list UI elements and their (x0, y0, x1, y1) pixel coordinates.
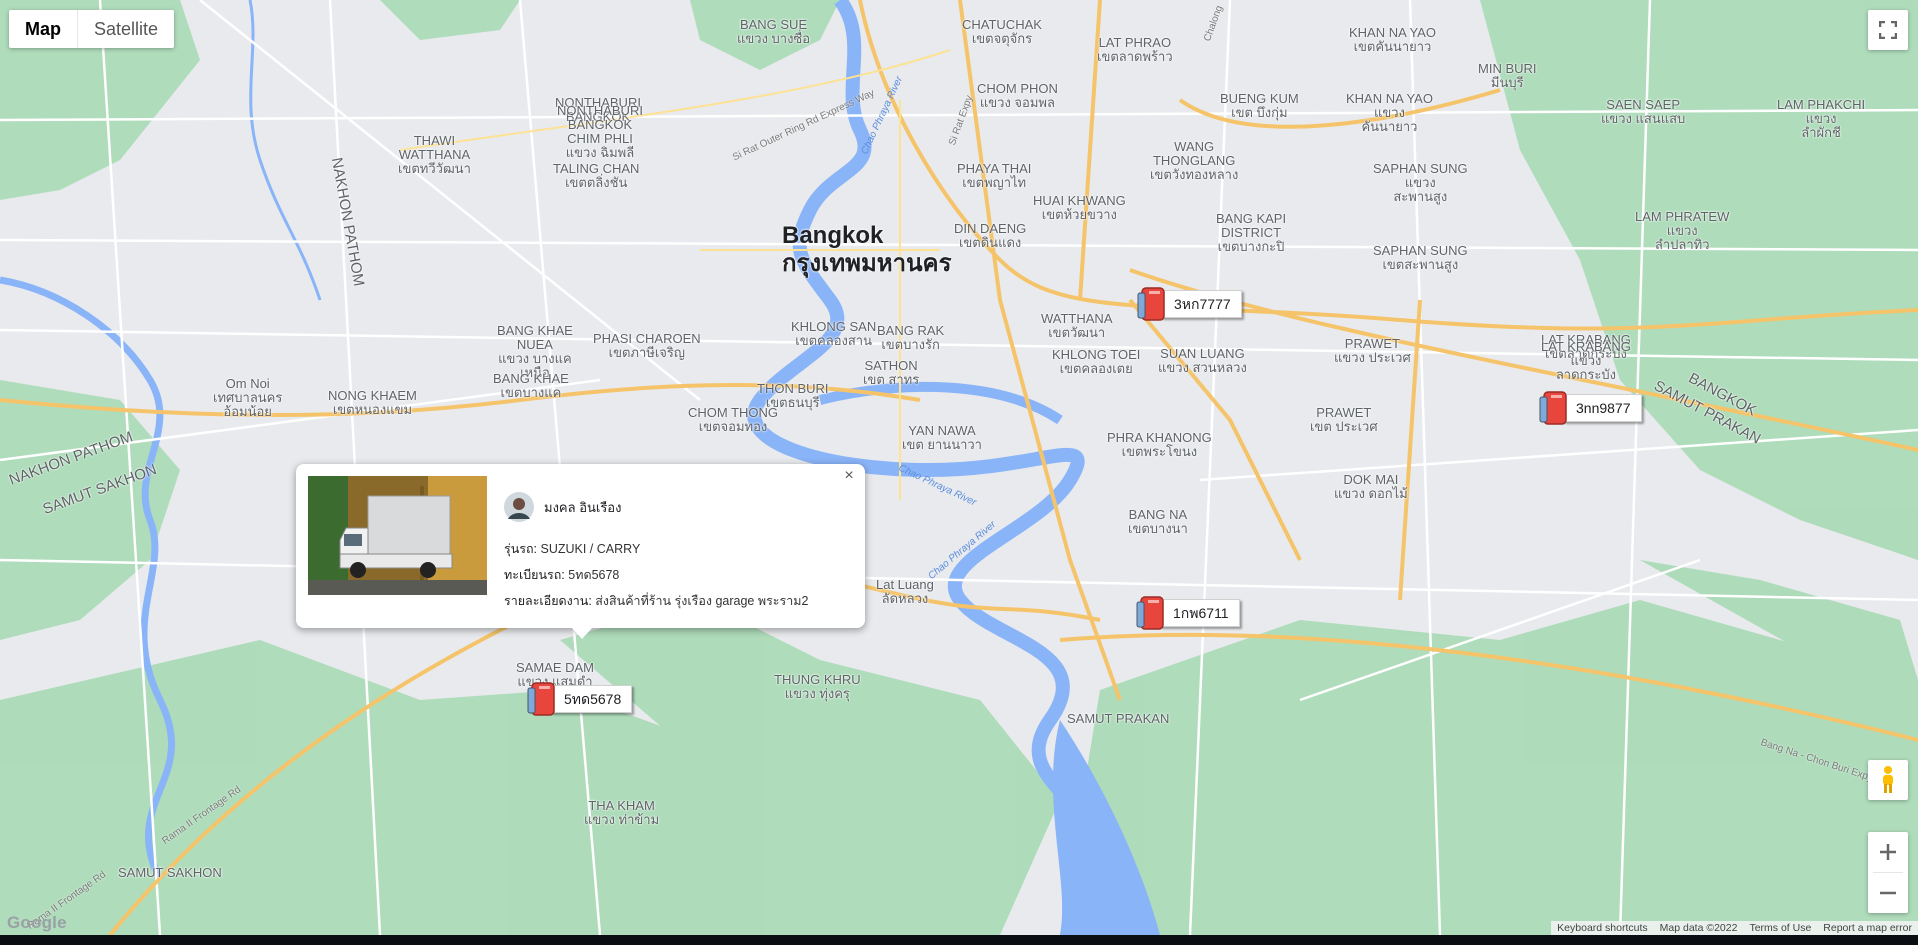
place-label: BANG KHAE เขตบางแค (493, 371, 569, 400)
map-type-control: Map Satellite (9, 10, 175, 48)
place-label: SAPHAN SUNG แขวง สะพานสูง (1373, 161, 1468, 204)
place-label: PHASI CHAROEN เขตภาษีเจริญ (593, 331, 701, 360)
vehicle-model-label: รุ่นรถ: (504, 542, 541, 556)
keyboard-shortcuts-link[interactable]: Keyboard shortcuts (1551, 921, 1653, 935)
place-label: BANG NA เขตบางนา (1128, 507, 1188, 536)
vehicle-plate-label: 5ทด5678 (551, 685, 633, 713)
vehicle-plate-label: 1กพ6711 (1160, 599, 1240, 627)
place-label: PHAYA THAI เขตพญาไท (957, 161, 1032, 190)
place-label: BUENG KUM เขต บึงกุ่ม (1220, 91, 1299, 120)
map-footer: Keyboard shortcuts Map data ©2022 Terms … (1551, 921, 1918, 935)
minus-icon (1880, 891, 1896, 895)
vehicle-plate-label: ทะเบียนรถ: (504, 568, 569, 582)
bottom-strip (0, 935, 1918, 945)
job-detail-value: ส่งสินค้าที่ร้าน รุ่งเรือง garage พระราม… (595, 594, 809, 608)
city-label: Bangkok (782, 222, 884, 249)
street-view-pegman[interactable] (1868, 760, 1908, 800)
place-label: WANG THONGLANG เขตวังทองหลาง (1150, 139, 1239, 182)
fullscreen-button[interactable] (1868, 10, 1908, 50)
place-label: SAMUT SAKHON (118, 865, 222, 880)
truck-icon (1137, 287, 1165, 321)
job-detail-row: รายละเอียดงาน: ส่งสินค้าที่ร้าน รุ่งเรือ… (504, 591, 808, 611)
map-data-attribution: Map data ©2022 (1659, 922, 1738, 934)
place-label: THUNG KHRU แขวง ทุ่งครุ (774, 672, 861, 701)
job-detail-label: รายละเอียดงาน: (504, 594, 596, 608)
place-label: THA KHAM แขวง ท่าข้าม (584, 798, 660, 827)
truck-icon (1539, 391, 1567, 425)
place-label: SATHON เขต สาทร (863, 358, 920, 387)
place-label: KHAN NA YAO แขวง คันนายาว (1346, 91, 1433, 134)
fullscreen-icon (1879, 21, 1897, 39)
pegman-icon (1883, 766, 1893, 793)
report-error-link[interactable]: Report a map error (1817, 921, 1918, 935)
place-label: LAM PHAKCHI แขวง ลำผักชี (1777, 97, 1866, 140)
vehicle-model-row: รุ่นรถ: SUZUKI / CARRY (504, 539, 640, 559)
vehicle-plate-label: 3หก7777 (1161, 290, 1242, 318)
place-label: BANG KAPI DISTRICT เขตบางกะปิ (1216, 211, 1287, 254)
terms-link[interactable]: Terms of Use (1743, 921, 1817, 935)
map-type-satellite-button[interactable]: Satellite (78, 10, 174, 48)
place-label: Lat Luang ลัดหลวง (876, 577, 934, 606)
place-label: SAEN SAEP แขวง แสนแสบ (1601, 97, 1686, 126)
place-label: PRAWET แขวง ประเวศ (1334, 336, 1411, 365)
close-icon[interactable]: × (839, 466, 859, 486)
place-label: LAT KRABANG แขวง ลาดกระบัง (1541, 339, 1631, 382)
place-label: NONG KHAEM เขตหนองแขม (328, 388, 417, 417)
place-label: YAN NAWA เขต ยานนาวา (902, 423, 982, 452)
avatar (504, 492, 534, 522)
google-logo: Google (7, 913, 67, 932)
zoom-control (1868, 832, 1908, 913)
place-label: LAM PHRATEW แขวง ลำปลาทิว (1635, 209, 1730, 252)
place-label: LAT PHRAO เขตลาดพร้าว (1097, 35, 1173, 64)
vehicle-plate-value: 5ทด5678 (568, 568, 620, 582)
place-label: CHOM THONG เขตจอมทอง (688, 405, 779, 434)
vehicle-plate-label: 3nn9877 (1563, 394, 1642, 422)
map-type-map-button[interactable]: Map (9, 10, 78, 48)
place-label: BANG RAK เขตบางรัก (877, 323, 945, 352)
vehicle-info-window: × มงคล อินเรือง รุ่นรถ: SUZUKI / CARRY ท… (296, 464, 865, 639)
place-label: MIN BURI มีนบุรี (1478, 61, 1537, 90)
place-label: BANG SUE แขวง บางซื่อ (737, 17, 811, 46)
place-label: SAPHAN SUNG เขตสะพานสูง (1373, 243, 1468, 272)
place-label: HUAI KHWANG เขตห้วยขวาง (1033, 193, 1126, 222)
place-label: KHAN NA YAO เขตคันนายาว (1349, 25, 1436, 54)
driver-name: มงคล อินเรือง (544, 499, 622, 515)
place-label: KHLONG SAN เขตคลองสาน (791, 319, 877, 348)
place-label: THAWI WATTHANA เขตทวีวัฒนา (398, 133, 471, 176)
place-label: WATTHANA เขตวัฒนา (1041, 311, 1113, 340)
place-label: KHLONG TOEI เขตคลองเตย (1052, 347, 1141, 376)
place-label: CHOM PHON แขวง จอมพล (977, 81, 1058, 110)
plus-icon (1880, 844, 1896, 860)
place-label: PRAWET เขต ประเวศ (1310, 405, 1378, 434)
zoom-in-button[interactable] (1868, 832, 1908, 872)
place-label: NONTHABURI BANGKOK CHIM PHLI แขวง ฉิมพลี (557, 103, 643, 160)
place-label: DIN DAENG เขตดินแดง (954, 221, 1027, 250)
place-label: CHATUCHAK เขตจตุจักร (962, 17, 1042, 46)
vehicle-plate-row: ทะเบียนรถ: 5ทด5678 (504, 565, 619, 585)
vehicle-photo (308, 476, 487, 595)
place-label: PHRA KHANONG เขตพระโขนง (1107, 430, 1212, 459)
place-label: SAMUT PRAKAN (1067, 711, 1170, 726)
vehicle-model-value: SUZUKI / CARRY (540, 542, 641, 556)
driver-row: มงคล อินเรือง (504, 492, 621, 522)
zoom-out-button[interactable] (1868, 873, 1908, 913)
truck-icon (527, 682, 555, 716)
place-label: DOK MAI แขวง ดอกไม้ (1334, 472, 1408, 501)
place-label: Om Noi เทศบาลนคร อ้อมน้อย (213, 376, 283, 419)
place-label: TALING CHAN เขตตลิ่งชัน (553, 161, 640, 190)
place-label: SUAN LUANG แขวง สวนหลวง (1158, 346, 1247, 375)
map-canvas[interactable]: Bangkok กรุงเทพมหานคร BANG SUE แขวง บางซื่… (0, 0, 1918, 935)
city-label: กรุงเทพมหานคร (782, 250, 952, 277)
truck-icon (1136, 596, 1164, 630)
